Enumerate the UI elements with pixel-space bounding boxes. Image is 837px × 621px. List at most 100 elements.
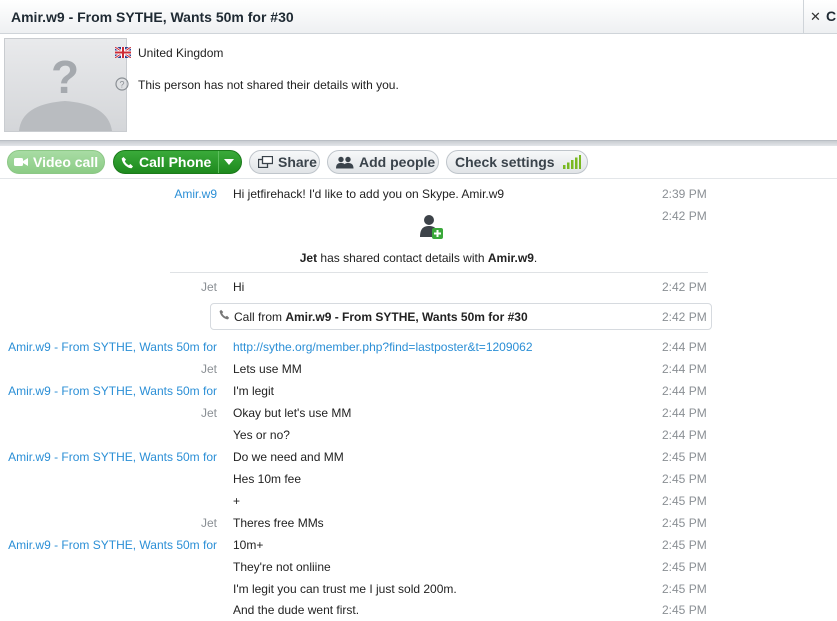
- message-text: I'm legit you can trust me I just sold 2…: [233, 582, 457, 596]
- message-time: 2:39 PM: [662, 187, 707, 201]
- shared-from: Jet: [299, 251, 318, 265]
- message-time: 2:45 PM: [662, 494, 707, 508]
- message-text: Lets use MM: [233, 362, 302, 376]
- shared-contact-icon: [420, 215, 443, 239]
- message-time: 2:45 PM: [662, 582, 707, 596]
- shared-end: .: [533, 251, 538, 265]
- call-event-box[interactable]: Call from Amir.w9 - From SYTHE, Wants 50…: [210, 303, 712, 330]
- message-sender[interactable]: Amir.w9: [174, 187, 217, 201]
- tab-divider: [803, 0, 804, 34]
- message-sender: Jet: [200, 516, 217, 530]
- check-settings-label: Check settings: [455, 154, 555, 170]
- title-bar: Amir.w9 - From SYTHE, Wants 50m for #30 …: [0, 0, 837, 34]
- message-sender[interactable]: Amir.w9 - From SYTHE, Wants 50m for: [8, 450, 217, 464]
- message-text: Theres free MMs: [233, 516, 324, 530]
- message-time: 2:45 PM: [662, 603, 707, 617]
- message-sender: Jet: [200, 362, 217, 376]
- message-time: 2:45 PM: [662, 450, 707, 464]
- call-toolbar: Video call Call Phone Share Add people C…: [0, 147, 837, 179]
- message-row: Amir.w9 - From SYTHE, Wants 50m for I'm …: [0, 384, 837, 402]
- message-time: 2:45 PM: [662, 516, 707, 530]
- message-row: Jet Theres free MMs 2:45 PM: [0, 516, 837, 534]
- message-row: Jet Okay but let's use MM 2:44 PM: [0, 406, 837, 424]
- call-phone-button[interactable]: Call Phone: [113, 150, 242, 174]
- message-text: Yes or no?: [233, 428, 290, 442]
- svg-text:?: ?: [119, 80, 124, 90]
- next-tab[interactable]: C: [826, 8, 836, 24]
- message-sender[interactable]: Amir.w9 - From SYTHE, Wants 50m for: [8, 384, 217, 398]
- call-event-prefix: Call from: [234, 310, 286, 324]
- message-time: 2:44 PM: [662, 340, 707, 354]
- message-text: Hi: [233, 280, 245, 294]
- avatar[interactable]: ?: [4, 38, 127, 132]
- shared-to: Amir.w9: [487, 251, 534, 265]
- privacy-note: This person has not shared their details…: [138, 78, 399, 92]
- message-time: 2:42 PM: [662, 280, 707, 294]
- message-text: +: [233, 494, 241, 508]
- message-text: Okay but let's use MM: [233, 406, 352, 420]
- message-text: Hi jetfirehack! I'd like to add you on S…: [233, 187, 505, 201]
- message-text: I'm legit: [233, 384, 274, 398]
- close-tab-icon[interactable]: ✕: [810, 9, 821, 25]
- call-split-divider: [218, 151, 219, 173]
- add-people-label: Add people: [359, 154, 436, 170]
- message-row: Jet Hi 2:42 PM: [0, 280, 837, 298]
- video-call-label: Video call: [33, 154, 99, 170]
- message-time: 2:42 PM: [662, 209, 707, 223]
- phone-icon: [121, 156, 133, 168]
- share-button[interactable]: Share: [249, 150, 320, 174]
- shared-contact-notice: Jet has shared contact details with Amir…: [0, 251, 837, 265]
- message-time: 2:45 PM: [662, 560, 707, 574]
- call-dropdown-chevron-down-icon[interactable]: [224, 159, 234, 165]
- message-text: And the dude went first.: [233, 603, 360, 617]
- message-time: 2:45 PM: [662, 472, 707, 486]
- message-row: Amir.w9 - From SYTHE, Wants 50m for http…: [0, 340, 837, 358]
- message-row: + 2:45 PM: [0, 494, 837, 512]
- uk-flag-icon: [115, 47, 131, 58]
- message-sender: Jet: [200, 406, 217, 420]
- message-row: And the dude went first. 2:45 PM: [0, 603, 837, 621]
- message-link[interactable]: http://sythe.org/member.php?find=lastpos…: [233, 340, 533, 354]
- message-row: Amir.w9 Hi jetfirehack! I'd like to add …: [0, 187, 837, 205]
- signal-strength-icon: [562, 155, 581, 169]
- people-icon: [336, 156, 354, 168]
- video-camera-icon: [14, 158, 28, 166]
- default-avatar-icon: ?: [19, 51, 112, 131]
- video-call-button[interactable]: Video call: [7, 150, 105, 174]
- message-divider: [170, 272, 708, 273]
- privacy-question-icon: ?: [115, 77, 129, 91]
- call-phone-icon: [219, 309, 230, 323]
- profile-country: United Kingdom: [138, 46, 224, 60]
- shared-middle: has shared contact details with: [317, 251, 488, 265]
- call-event-caller: Amir.w9 - From SYTHE, Wants 50m for #30: [285, 310, 528, 324]
- share-icon: [258, 156, 273, 168]
- message-sender[interactable]: Amir.w9 - From SYTHE, Wants 50m for: [8, 340, 217, 354]
- call-phone-label: Call Phone: [139, 154, 212, 170]
- message-row: I'm legit you can trust me I just sold 2…: [0, 582, 837, 600]
- message-sender: Jet: [200, 280, 217, 294]
- message-text: Hes 10m fee: [233, 472, 302, 486]
- message-row: Amir.w9 - From SYTHE, Wants 50m for Do w…: [0, 450, 837, 468]
- message-text: Do we need and MM: [233, 450, 344, 464]
- check-settings-button[interactable]: Check settings: [446, 150, 588, 174]
- message-time: 2:44 PM: [662, 362, 707, 376]
- message-row: Jet Lets use MM 2:44 PM: [0, 362, 837, 380]
- message-row: They're not onliine 2:45 PM: [0, 560, 837, 578]
- message-time: 2:44 PM: [662, 384, 707, 398]
- message-text: 10m+: [233, 538, 264, 552]
- share-label: Share: [278, 154, 317, 170]
- message-row: Yes or no? 2:44 PM: [0, 428, 837, 446]
- profile-divider[interactable]: [0, 140, 837, 146]
- svg-text:?: ?: [51, 51, 79, 103]
- message-sender[interactable]: Amir.w9 - From SYTHE, Wants 50m for: [8, 538, 217, 552]
- message-time: 2:45 PM: [662, 538, 707, 552]
- call-event-time: 2:42 PM: [662, 310, 707, 324]
- message-time: 2:44 PM: [662, 406, 707, 420]
- message-time: 2:44 PM: [662, 428, 707, 442]
- message-text: They're not onliine: [233, 560, 331, 574]
- call-event-text: Call from Amir.w9 - From SYTHE, Wants 50…: [234, 310, 528, 324]
- message-row: Hes 10m fee 2:45 PM: [0, 472, 837, 490]
- add-people-button[interactable]: Add people: [327, 150, 439, 174]
- conversation-title: Amir.w9 - From SYTHE, Wants 50m for #30: [11, 9, 294, 25]
- message-row: Amir.w9 - From SYTHE, Wants 50m for 10m+…: [0, 538, 837, 556]
